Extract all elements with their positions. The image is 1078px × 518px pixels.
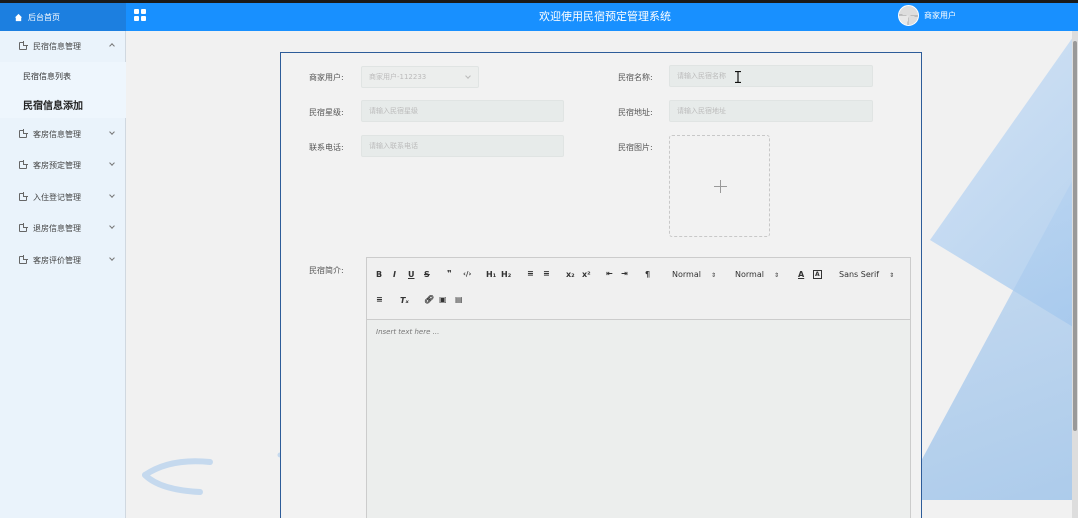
edit-icon (19, 160, 28, 169)
chevron-updown-icon: ⇕ (889, 272, 895, 279)
chevron-updown-icon: ⇕ (710, 272, 716, 279)
homestay-address-placeholder: 请输入民宿地址 (677, 107, 726, 115)
intro-label: 民宿简介: (309, 266, 344, 275)
header-select[interactable]: Normal ⇕ (672, 270, 716, 279)
merchant-user-label: 商家用户: (309, 73, 344, 82)
edit-icon (19, 255, 28, 264)
chevron-updown-icon: ⇕ (773, 272, 779, 279)
code-icon[interactable]: ‹/› (463, 270, 471, 278)
chevron-down-icon (109, 223, 115, 229)
chevron-down-icon (109, 255, 115, 261)
phone-placeholder: 请输入联系电话 (369, 142, 418, 150)
merchant-user-select[interactable]: 商家用户-112233 (361, 66, 479, 88)
sidebar-item-label: 客房预定管理 (33, 160, 81, 170)
chevron-down-icon (109, 129, 115, 135)
edit-icon (19, 192, 28, 201)
home-label: 后台首页 (28, 12, 60, 22)
edit-icon (19, 129, 28, 138)
edit-icon (19, 223, 28, 232)
outdent-icon[interactable]: ⇤ (606, 269, 613, 278)
underline-icon[interactable]: U (408, 270, 415, 279)
sidebar-item-label: 民宿信息管理 (33, 41, 81, 51)
sidebar-item-label: 入住登记管理 (33, 192, 81, 202)
homestay-grade-label: 民宿星级: (309, 108, 344, 117)
user-menu[interactable]: 商家用户 (898, 5, 956, 26)
bold-icon[interactable]: B (376, 270, 382, 279)
font-select-value: Sans Serif (839, 270, 880, 279)
sidebar-subitem-label: 民宿信息添加 (23, 100, 83, 112)
sidebar-item-checkin[interactable]: 入住登记管理 (0, 182, 126, 212)
sidebar-subitem-add[interactable]: 民宿信息添加 (0, 90, 126, 118)
phone-input[interactable]: 请输入联系电话 (361, 135, 564, 157)
font-select[interactable]: Sans Serif ⇕ (839, 270, 894, 279)
page-title: 欢迎使用民宿预定管理系统 (539, 10, 671, 23)
size-select[interactable]: Normal ⇕ (735, 270, 779, 279)
size-select-value: Normal (735, 270, 764, 279)
homestay-name-placeholder: 请输入民宿名称 (677, 72, 726, 80)
ordered-list-icon[interactable]: ≡ (527, 269, 534, 278)
chevron-down-icon (109, 160, 115, 166)
plus-icon (714, 180, 727, 193)
link-icon[interactable]: 🔗︎ (424, 295, 434, 304)
edit-icon (19, 41, 28, 50)
align-icon[interactable]: ≡ (376, 295, 383, 304)
indent-icon[interactable]: ⇥ (621, 269, 628, 278)
merchant-user-value: 商家用户-112233 (369, 73, 427, 81)
chevron-up-icon (109, 43, 115, 49)
background-color-icon[interactable]: A (813, 270, 822, 279)
sidebar-item-room[interactable]: 客房信息管理 (0, 119, 126, 149)
direction-icon[interactable]: ¶ (645, 270, 650, 279)
form-card: 商家用户: 商家用户-112233 民宿名称: 请输入民宿名称 民宿星级: 请输… (280, 52, 922, 518)
rich-text-editor: B I U S ❞ ‹/› H₁ H₂ ≡ ≡ x₂ x² ⇤ ⇥ ¶ Norm… (366, 257, 911, 518)
video-icon[interactable]: ▤ (455, 295, 463, 304)
sidebar-item-checkout[interactable]: 退房信息管理 (0, 213, 126, 243)
sidebar-item-review[interactable]: 客房评价管理 (0, 245, 126, 275)
phone-label: 联系电话: (309, 143, 344, 152)
subscript-icon[interactable]: x₂ (566, 270, 575, 279)
user-label: 商家用户 (924, 11, 956, 20)
sidebar-item-booking[interactable]: 客房预定管理 (0, 150, 126, 180)
sidebar-item-label: 客房信息管理 (33, 129, 81, 139)
italic-icon[interactable]: I (393, 270, 396, 279)
homestay-address-label: 民宿地址: (618, 108, 653, 117)
homestay-grade-input[interactable]: 请输入民宿星级 (361, 100, 564, 122)
scrollbar[interactable] (1072, 31, 1078, 518)
top-bar: 后台首页 欢迎使用民宿预定管理系统 商家用户 (0, 0, 1078, 31)
text-cursor-icon (735, 71, 741, 83)
h1-icon[interactable]: H₁ (486, 270, 496, 279)
strike-icon[interactable]: S (424, 270, 430, 279)
clear-format-icon[interactable]: Tₓ (400, 296, 409, 305)
chevron-down-icon (109, 192, 115, 198)
chevron-down-icon (465, 73, 471, 79)
superscript-icon[interactable]: x² (582, 270, 591, 279)
sidebar-item-homestay[interactable]: 民宿信息管理 (0, 31, 126, 61)
avatar (898, 5, 919, 26)
bullet-list-icon[interactable]: ≡ (543, 269, 550, 278)
home-icon (14, 13, 23, 21)
image-icon[interactable]: ▣ (439, 295, 447, 304)
homestay-name-label: 民宿名称: (618, 73, 653, 82)
homestay-name-input[interactable]: 请输入民宿名称 (669, 65, 873, 87)
homestay-address-input[interactable]: 请输入民宿地址 (669, 100, 873, 122)
menu-toggle-icon[interactable] (134, 9, 147, 22)
homestay-grade-placeholder: 请输入民宿星级 (369, 107, 418, 115)
sidebar-subitem-label: 民宿信息列表 (23, 71, 71, 81)
image-upload[interactable] (669, 135, 770, 237)
home-link[interactable]: 后台首页 (0, 3, 126, 31)
image-label: 民宿图片: (618, 143, 653, 152)
sidebar-subitem-list[interactable]: 民宿信息列表 (0, 62, 126, 90)
sidebar-item-label: 退房信息管理 (33, 223, 81, 233)
editor-placeholder[interactable]: Insert text here ... (376, 328, 439, 336)
sidebar: 民宿信息管理 民宿信息列表 民宿信息添加 客房信息管理 客房预定管理 入住登记管… (0, 31, 126, 518)
header-select-value: Normal (672, 270, 701, 279)
font-color-icon[interactable]: A (798, 270, 804, 279)
scrollbar-thumb[interactable] (1073, 41, 1077, 431)
h2-icon[interactable]: H₂ (501, 270, 511, 279)
blockquote-icon[interactable]: ❞ (447, 269, 452, 278)
editor-toolbar: B I U S ❞ ‹/› H₁ H₂ ≡ ≡ x₂ x² ⇤ ⇥ ¶ Norm… (367, 258, 910, 320)
sidebar-item-label: 客房评价管理 (33, 255, 81, 265)
